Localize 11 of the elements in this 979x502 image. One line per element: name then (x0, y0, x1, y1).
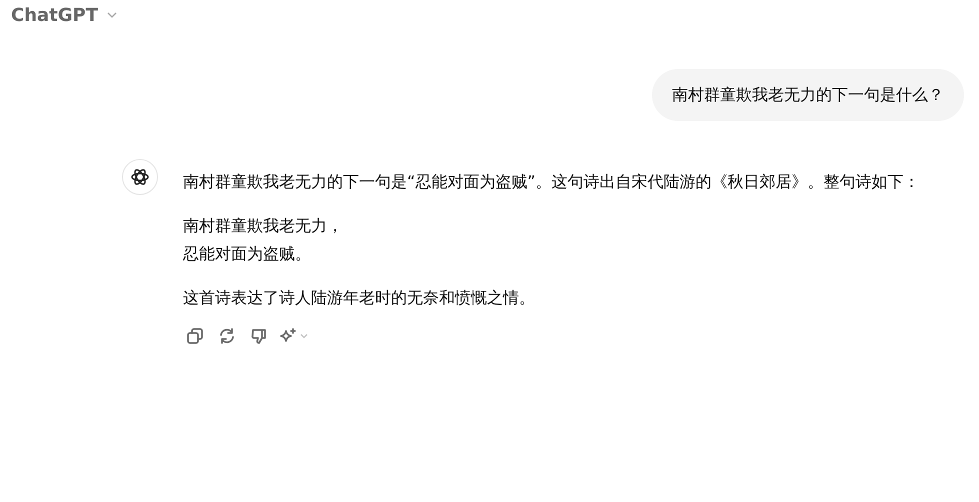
answer-text: 忍能对面为盗贼。 (183, 243, 312, 265)
answer-text: 南村群童欺我老无力的下一句是“忍能对面为盗贼”。这句诗出自宋代陆游的《秋日郊居》。整句诗如下： (183, 171, 920, 193)
copy-icon (186, 327, 204, 345)
user-message-bubble: 南村群童欺我老无力的下一句是什么？ (652, 69, 964, 121)
answer-text: 南村群童欺我老无力， (183, 215, 344, 237)
thumbs-down-icon (250, 327, 268, 345)
answer-text: 这首诗表达了诗人陆游年老时的无奈和愤慨之情。 (183, 287, 536, 309)
sparkle-icon (279, 327, 297, 345)
app-title[interactable]: ChatGPT (11, 2, 98, 28)
chevron-down-icon (299, 331, 309, 341)
refresh-icon (218, 327, 236, 345)
